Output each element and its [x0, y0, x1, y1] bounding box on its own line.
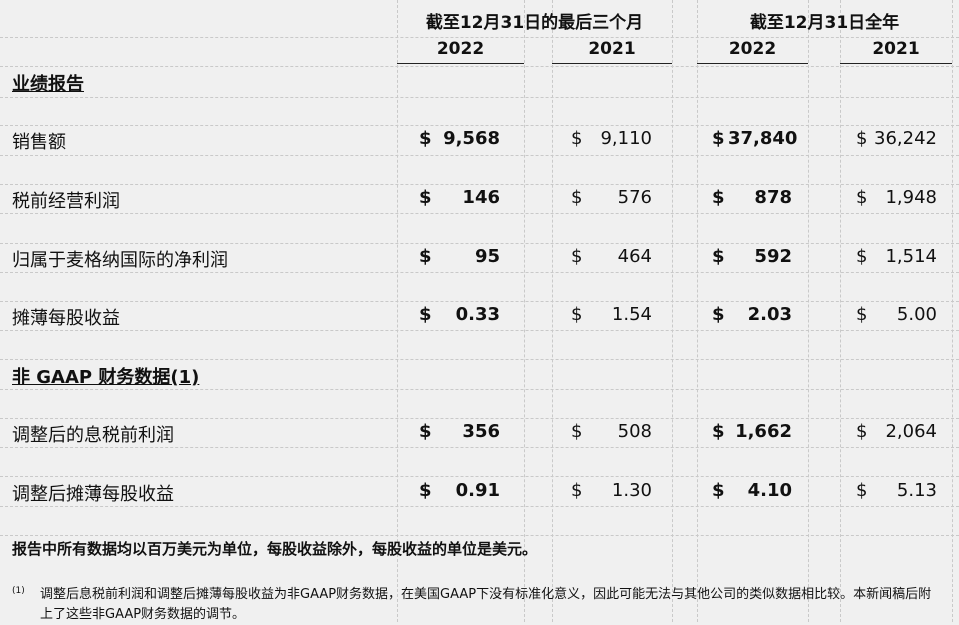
footnote-text: 调整后息税前利润和调整后摊薄每股收益为非GAAP财务数据，在美国GAAP下没有标…: [40, 587, 932, 622]
currency-symbol: $: [419, 128, 432, 149]
currency-symbol: $: [856, 480, 868, 501]
grid-line: [697, 0, 698, 622]
value-cell: 2,064: [885, 421, 937, 442]
grid-line: [952, 0, 953, 622]
currency-symbol: $: [856, 304, 868, 325]
grid-line: [0, 66, 959, 67]
grid-line: [0, 476, 959, 477]
currency-symbol: $: [419, 187, 432, 208]
currency-symbol: $: [856, 421, 868, 442]
grid-line: [524, 0, 525, 622]
currency-symbol: $: [419, 304, 432, 325]
value-cell: 5.13: [896, 480, 937, 501]
grid-line: [0, 213, 959, 214]
grid-line: [397, 0, 398, 622]
value-cell: 9,110: [600, 128, 652, 149]
grid-line: [672, 0, 673, 622]
grid-line: [840, 0, 841, 622]
year-header: 2022: [697, 39, 808, 64]
currency-symbol: $: [856, 128, 868, 149]
grid-line: [0, 535, 959, 536]
year-header: 2021: [552, 39, 672, 64]
value-cell: 2.03: [747, 304, 792, 325]
row-label: 调整后摊薄每股收益: [12, 484, 174, 505]
currency-symbol: $: [571, 128, 583, 149]
value-cell: 1,662: [735, 421, 792, 442]
section-non-gaap: 非 GAAP 财务数据(1): [12, 367, 200, 388]
value-cell: 5.00: [896, 304, 937, 325]
currency-symbol: $: [571, 304, 583, 325]
grid-line: [0, 125, 959, 126]
currency-symbol: $: [712, 421, 725, 442]
footnote-marker: (1): [12, 586, 25, 596]
currency-symbol: $: [712, 246, 725, 267]
row-label: 销售额: [12, 132, 66, 153]
currency-symbol: $: [419, 246, 432, 267]
fy-period-header: 截至12月31日全年: [749, 13, 900, 33]
value-cell: 1.30: [611, 480, 652, 501]
currency-symbol: $: [571, 246, 583, 267]
grid-line: [0, 272, 959, 273]
grid-line: [0, 330, 959, 331]
value-cell: 576: [617, 187, 652, 208]
grid-line: [0, 506, 959, 507]
value-cell: 95: [474, 246, 500, 267]
section-performance: 业绩报告: [12, 74, 84, 95]
row-label: 调整后的息税前利润: [12, 425, 174, 446]
value-cell: 1.54: [611, 304, 652, 325]
currency-symbol: $: [571, 480, 583, 501]
value-cell: 4.10: [747, 480, 792, 501]
value-cell: 37,840: [728, 128, 798, 149]
grid-line: [0, 97, 959, 98]
grid-line: [552, 0, 553, 622]
value-cell: 592: [754, 246, 792, 267]
year-header: 2021: [840, 39, 952, 64]
q4-period-header: 截至12月31日的最后三个月: [425, 13, 644, 33]
grid-line: [0, 418, 959, 419]
grid-line: [0, 37, 959, 38]
value-cell: 0.33: [455, 304, 500, 325]
grid-line: [0, 301, 959, 302]
currency-symbol: $: [856, 246, 868, 267]
value-cell: 1,948: [885, 187, 937, 208]
currency-symbol: $: [712, 128, 725, 149]
value-cell: 878: [754, 187, 792, 208]
currency-symbol: $: [712, 480, 725, 501]
currency-symbol: $: [712, 187, 725, 208]
year-header: 2022: [397, 39, 524, 64]
grid-line: [0, 359, 959, 360]
currency-symbol: $: [419, 421, 432, 442]
grid-line: [0, 243, 959, 244]
value-cell: 146: [462, 187, 500, 208]
units-note: 报告中所有数据均以百万美元为单位，每股收益除外，每股收益的单位是美元。: [12, 540, 538, 558]
grid-line: [0, 447, 959, 448]
currency-symbol: $: [712, 304, 725, 325]
value-cell: 0.91: [455, 480, 500, 501]
grid-line: [0, 389, 959, 390]
currency-symbol: $: [571, 421, 583, 442]
grid-line: [808, 0, 809, 622]
row-label: 归属于麦格纳国际的净利润: [12, 250, 228, 271]
row-label: 税前经营利润: [12, 191, 120, 212]
value-cell: 508: [617, 421, 652, 442]
value-cell: 36,242: [874, 128, 937, 149]
currency-symbol: $: [419, 480, 432, 501]
value-cell: 9,568: [443, 128, 500, 149]
grid-line: [0, 184, 959, 185]
value-cell: 464: [617, 246, 652, 267]
value-cell: 1,514: [885, 246, 937, 267]
grid-line: [0, 155, 959, 156]
row-label: 摊薄每股收益: [12, 308, 120, 329]
currency-symbol: $: [571, 187, 583, 208]
currency-symbol: $: [856, 187, 868, 208]
value-cell: 356: [462, 421, 500, 442]
